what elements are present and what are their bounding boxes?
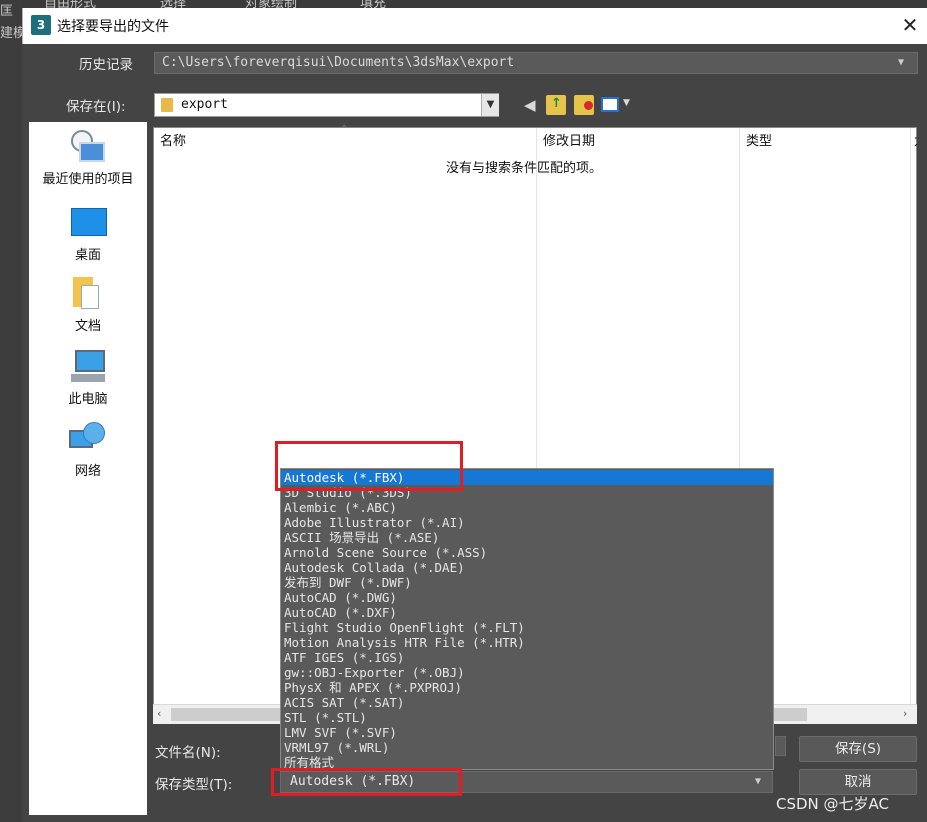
background-app-sidebar: 匡 建模 <box>0 0 26 822</box>
place-recent[interactable]: 最近使用的项目 <box>29 130 147 187</box>
close-icon[interactable]: ✕ <box>897 12 923 38</box>
column-header-type[interactable]: 类型 <box>740 128 910 156</box>
filetype-option[interactable]: ACIS SAT (*.SAT) <box>281 695 773 710</box>
filetype-option[interactable]: Flight Studio OpenFlight (*.FLT) <box>281 620 773 635</box>
filetype-option[interactable]: 发布到 DWF (*.DWF) <box>281 575 773 590</box>
chevron-down-icon[interactable]: ▼ <box>481 94 499 116</box>
filetype-option[interactable]: AutoCAD (*.DXF) <box>281 605 773 620</box>
place-label: 网络 <box>74 464 101 479</box>
place-desktop[interactable]: 桌面 <box>29 206 147 263</box>
save-in-label: 保存在(I): <box>66 99 126 115</box>
filetype-option[interactable]: Adobe Illustrator (*.AI) <box>281 515 773 530</box>
history-label: 历史记录 <box>79 57 133 73</box>
chevron-down-icon[interactable]: ▼ <box>898 57 904 68</box>
place-label: 此电脑 <box>68 392 108 407</box>
bg-side-label-top: 匡 <box>0 4 14 19</box>
place-label: 最近使用的项目 <box>42 172 134 187</box>
filename-label: 文件名(N): <box>155 745 221 761</box>
filename-input-edge[interactable] <box>775 736 786 756</box>
save-button[interactable]: 保存(S) <box>799 736 917 762</box>
column-divider <box>910 128 911 706</box>
filetype-option[interactable]: Autodesk Collada (*.DAE) <box>281 560 773 575</box>
place-network[interactable]: 网络 <box>29 422 147 479</box>
filetype-dropdown-list[interactable]: Autodesk (*.FBX) 3D Studio (*.3DS) Alemb… <box>280 468 774 770</box>
documents-icon <box>69 277 107 311</box>
filetype-label: 保存类型(T): <box>155 777 233 793</box>
up-folder-icon[interactable]: ↑ <box>546 95 566 115</box>
new-folder-icon[interactable] <box>574 95 594 115</box>
column-header-date[interactable]: 修改日期 <box>537 128 739 156</box>
cancel-button[interactable]: 取消 <box>799 769 917 795</box>
back-arrow-icon[interactable]: ◀ <box>524 96 540 114</box>
save-in-combobox[interactable]: export ▼ <box>154 93 499 117</box>
history-combobox[interactable]: C:\Users\foreverqisui\Documents\3dsMax\e… <box>154 52 918 74</box>
chevron-down-icon[interactable]: ▼ <box>755 776 761 787</box>
column-header-size[interactable]: 大 <box>911 128 917 156</box>
filetype-option[interactable]: Motion Analysis HTR File (*.HTR) <box>281 635 773 650</box>
dialog-titlebar: 3 选择要导出的文件 ✕ <box>22 8 927 44</box>
network-icon <box>69 422 107 456</box>
filetype-option[interactable]: Alembic (*.ABC) <box>281 500 773 515</box>
filetype-option[interactable]: PhysX 和 APEX (*.PXPROJ) <box>281 680 773 695</box>
watermark: CSDN @七岁AC <box>776 795 890 813</box>
filetype-option[interactable]: AutoCAD (*.DWG) <box>281 590 773 605</box>
view-menu-icon[interactable]: ▼ <box>601 96 633 114</box>
place-label: 桌面 <box>74 248 101 263</box>
column-header-name[interactable]: 名称 <box>154 128 536 156</box>
recent-items-icon <box>69 130 107 164</box>
annotation-box-dropdown <box>275 441 463 491</box>
save-in-value: export <box>181 97 228 112</box>
scroll-right-icon[interactable]: › <box>903 707 907 720</box>
places-bar: 最近使用的项目 桌面 文档 此电脑 网络 <box>29 122 147 815</box>
scroll-left-icon[interactable]: ‹ <box>157 707 161 720</box>
filetype-option[interactable]: ASCII 场景导出 (*.ASE) <box>281 530 773 545</box>
empty-list-message: 没有与搜索条件匹配的项。 <box>446 161 603 176</box>
filetype-option[interactable]: Arnold Scene Source (*.ASS) <box>281 545 773 560</box>
this-pc-icon <box>69 350 107 384</box>
annotation-box-filetype <box>271 768 462 796</box>
place-documents[interactable]: 文档 <box>29 277 147 334</box>
history-value: C:\Users\foreverqisui\Documents\3dsMax\e… <box>162 55 515 70</box>
place-label: 文档 <box>74 319 101 334</box>
desktop-icon <box>69 206 107 240</box>
filetype-option[interactable]: gw::OBJ-Exporter (*.OBJ) <box>281 665 773 680</box>
filetype-option[interactable]: ATF IGES (*.IGS) <box>281 650 773 665</box>
filetype-option[interactable]: LMV SVF (*.SVF) <box>281 725 773 740</box>
folder-icon <box>161 98 173 112</box>
3dsmax-app-icon: 3 <box>31 15 51 35</box>
place-this-pc[interactable]: 此电脑 <box>29 350 147 407</box>
filetype-option[interactable]: STL (*.STL) <box>281 710 773 725</box>
background-app-menubar: 自由形式 选择 对象绘制 填充 <box>0 0 927 11</box>
dialog-title: 选择要导出的文件 <box>57 19 169 35</box>
filetype-option[interactable]: VRML97 (*.WRL) <box>281 740 773 755</box>
